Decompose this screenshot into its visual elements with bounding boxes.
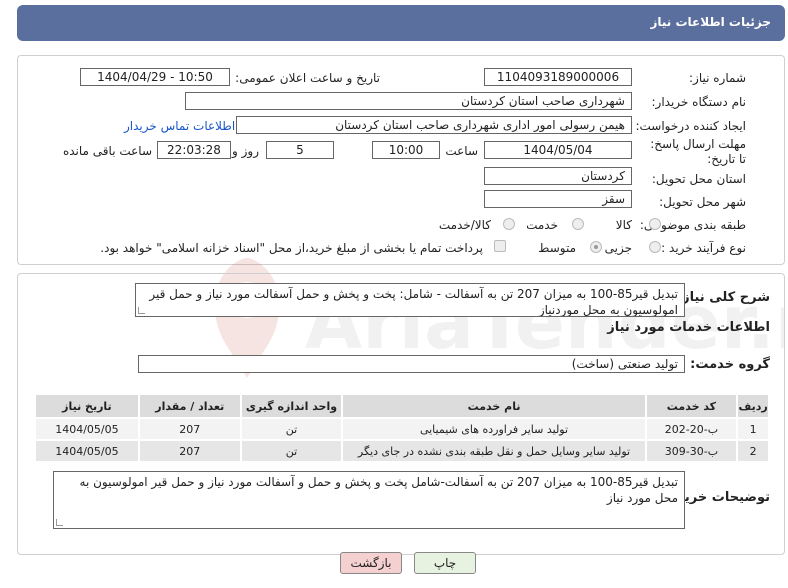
province-label: استان محل تحویل: — [651, 172, 746, 186]
need-number-field[interactable]: 1104093189000006 — [484, 68, 632, 86]
category-option-service: خدمت — [526, 218, 558, 232]
remaining-time-field[interactable]: 22:03:28 — [157, 141, 231, 159]
col-row: ردیف — [736, 393, 770, 419]
print-button[interactable]: چاپ — [414, 552, 476, 574]
buyer-org-label: نام دستگاه خریدار: — [651, 95, 747, 109]
days-label: روز و — [232, 144, 259, 158]
table-header-row: ردیف کد خدمت نام خدمت واحد اندازه گیری ت… — [34, 393, 770, 419]
cell-quantity: 207 — [137, 417, 242, 441]
deadline-label: مهلت ارسال پاسخ: تا تاریخ: — [650, 137, 746, 166]
services-section-title: اطلاعات خدمات مورد نیاز — [607, 320, 770, 335]
summary-textarea[interactable]: تبدیل قیر85-100 به میزان 207 تن به آسفال… — [135, 283, 685, 317]
page-header: جزئیات اطلاعات نیاز — [17, 5, 785, 41]
services-table: ردیف کد خدمت نام خدمت واحد اندازه گیری ت… — [34, 393, 770, 463]
category-radio-goods-service[interactable] — [503, 218, 515, 230]
city-label: شهر محل تحویل: — [659, 195, 746, 209]
cell-row: 1 — [736, 417, 770, 441]
service-group-field[interactable]: تولید صنعتی (ساخت) — [138, 355, 685, 373]
cell-need-date: 1404/05/05 — [34, 439, 140, 463]
announce-date-field[interactable]: 1404/04/29 - 10:50 — [80, 68, 230, 86]
col-unit: واحد اندازه گیری — [239, 393, 344, 419]
buyer-notes-textarea[interactable]: تبدیل قیر85-100 به میزان 207 تن به آسفال… — [53, 471, 685, 529]
deadline-time-field[interactable]: 10:00 — [372, 141, 440, 159]
province-field[interactable]: کردستان — [484, 167, 632, 185]
announce-date-label: تاریخ و ساعت اعلان عمومی: — [235, 71, 380, 85]
creator-label: ایجاد کننده درخواست: — [635, 119, 746, 133]
table-row[interactable]: 2 ب-30-309 تولید سایر وسایل حمل و نقل طب… — [34, 439, 770, 463]
table-row[interactable]: 1 ب-20-202 تولید سایر فراورده های شیمیای… — [34, 417, 770, 441]
col-need-date: تاریخ نیاز — [34, 393, 140, 419]
category-option-goods-service: کالا/خدمت — [438, 218, 491, 232]
remaining-time-label: ساعت باقی مانده — [62, 144, 152, 158]
summary-label: شرح کلی نیاز: — [676, 290, 770, 305]
buyer-contact-link[interactable]: اطلاعات تماس خریدار — [124, 119, 235, 133]
category-radio-service[interactable] — [572, 218, 584, 230]
cell-service-name: تولید سایر وسایل حمل و نقل طبقه بندی نشد… — [341, 439, 647, 463]
need-number-label: شماره نیاز: — [689, 71, 746, 85]
deadline-date-field[interactable]: 1404/05/04 — [484, 141, 632, 159]
cell-service-code: ب-20-202 — [644, 417, 739, 441]
creator-field[interactable]: هیمن رسولی امور اداری شهرداری صاحب استان… — [236, 116, 632, 134]
days-field[interactable]: 5 — [266, 141, 334, 159]
cell-row: 2 — [736, 439, 770, 463]
col-quantity: تعداد / مقدار — [137, 393, 242, 419]
cell-unit: تن — [239, 439, 344, 463]
cell-quantity: 207 — [137, 439, 242, 463]
city-field[interactable]: سقز — [484, 190, 632, 208]
page-title: جزئیات اطلاعات نیاز — [650, 15, 771, 29]
service-group-label: گروه خدمت: — [690, 357, 770, 372]
back-button[interactable]: بازگشت — [340, 552, 402, 574]
buyer-org-field[interactable]: شهرداری صاحب استان کردستان — [185, 92, 632, 110]
deadline-time-label: ساعت — [445, 144, 478, 158]
col-service-name: نام خدمت — [341, 393, 647, 419]
cell-unit: تن — [239, 417, 344, 441]
cell-service-name: تولید سایر فراورده های شیمیایی — [341, 417, 647, 441]
category-option-goods: کالا — [615, 218, 632, 232]
col-service-code: کد خدمت — [644, 393, 739, 419]
category-radio-goods[interactable] — [649, 218, 661, 230]
cell-service-code: ب-30-309 — [644, 439, 739, 463]
cell-need-date: 1404/05/05 — [34, 417, 140, 441]
